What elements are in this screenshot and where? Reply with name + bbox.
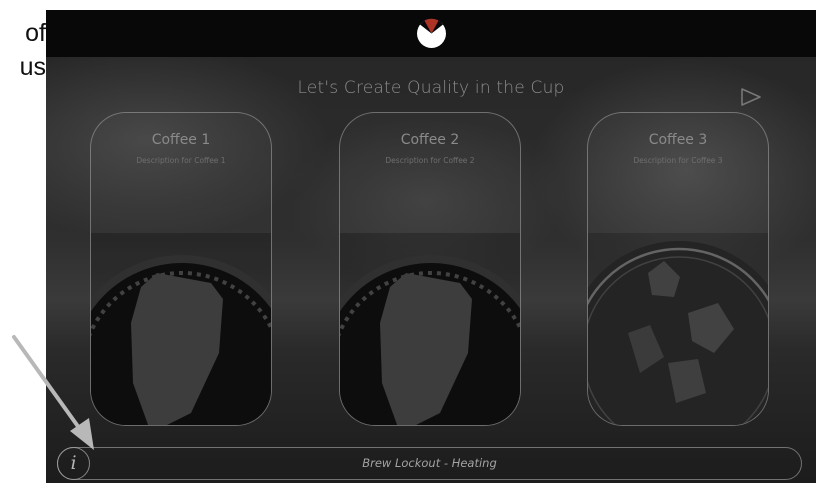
card-description: Description for Coffee 2 <box>385 156 475 165</box>
hot-coffee-cup-image <box>91 233 271 425</box>
play-arrow-icon[interactable] <box>740 87 762 107</box>
info-icon: i <box>70 452 77 474</box>
card-title: Coffee 1 <box>151 132 211 148</box>
card-description: Description for Coffee 1 <box>136 156 226 165</box>
document-text-line: of <box>25 19 46 47</box>
card-description: Description for Coffee 3 <box>633 156 723 165</box>
document-text-line: us <box>19 53 46 81</box>
card-title: Coffee 2 <box>400 132 460 148</box>
card-title: Coffee 3 <box>648 132 708 148</box>
coffee-card-3[interactable]: Coffee 3 Description for Coffee 3 <box>587 112 769 426</box>
top-bar <box>46 10 816 57</box>
status-bar: Brew Lockout - Heating <box>57 447 802 480</box>
iced-coffee-glass-image <box>588 233 768 425</box>
document-text-fragment: of us <box>0 16 46 84</box>
brewer-screen: Let's Create Quality in the Cup Coffee 1… <box>46 10 816 483</box>
coffee-cup-logo-icon <box>417 18 446 48</box>
hot-coffee-cup-image <box>340 233 520 425</box>
page-title: Let's Create Quality in the Cup <box>297 78 565 98</box>
coffee-card-2[interactable]: Coffee 2 Description for Coffee 2 <box>339 112 521 426</box>
coffee-card-1[interactable]: Coffee 1 Description for Coffee 1 <box>90 112 272 426</box>
info-button[interactable]: i <box>57 447 90 480</box>
brew-status-text: Brew Lockout - Heating <box>362 456 497 470</box>
